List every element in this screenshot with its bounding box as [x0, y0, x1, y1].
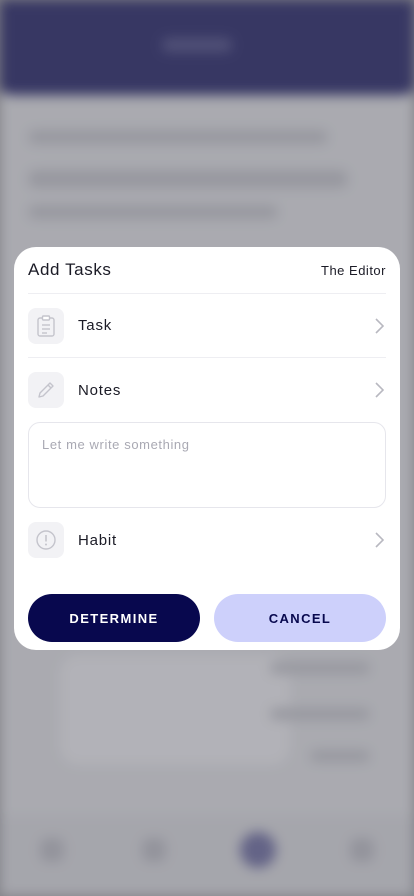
chevron-right-icon [372, 317, 386, 334]
editor-link[interactable]: The Editor [321, 263, 386, 278]
alert-circle-icon [28, 522, 64, 558]
task-row[interactable]: Task [28, 294, 386, 358]
chevron-right-icon [372, 532, 386, 548]
clipboard-icon [28, 307, 64, 344]
dialog-header: Add Tasks The Editor [28, 247, 386, 294]
notes-label: Notes [78, 381, 122, 399]
dialog-actions: DETERMINE CANCEL [28, 594, 386, 642]
habit-row[interactable]: Habit [28, 508, 386, 572]
habit-label: Habit [78, 531, 118, 549]
dialog-title: Add Tasks [28, 260, 112, 279]
task-label: Task [78, 317, 113, 334]
add-tasks-dialog: Add Tasks The Editor Task Notes Let me w… [14, 247, 400, 650]
notes-field-container [28, 422, 386, 508]
pencil-icon [28, 372, 64, 408]
cancel-button[interactable]: CANCEL [214, 594, 386, 642]
determine-button[interactable]: DETERMINE [28, 594, 200, 642]
notes-row[interactable]: Notes [28, 358, 386, 422]
notes-input[interactable] [42, 437, 372, 493]
chevron-right-icon [372, 382, 386, 398]
